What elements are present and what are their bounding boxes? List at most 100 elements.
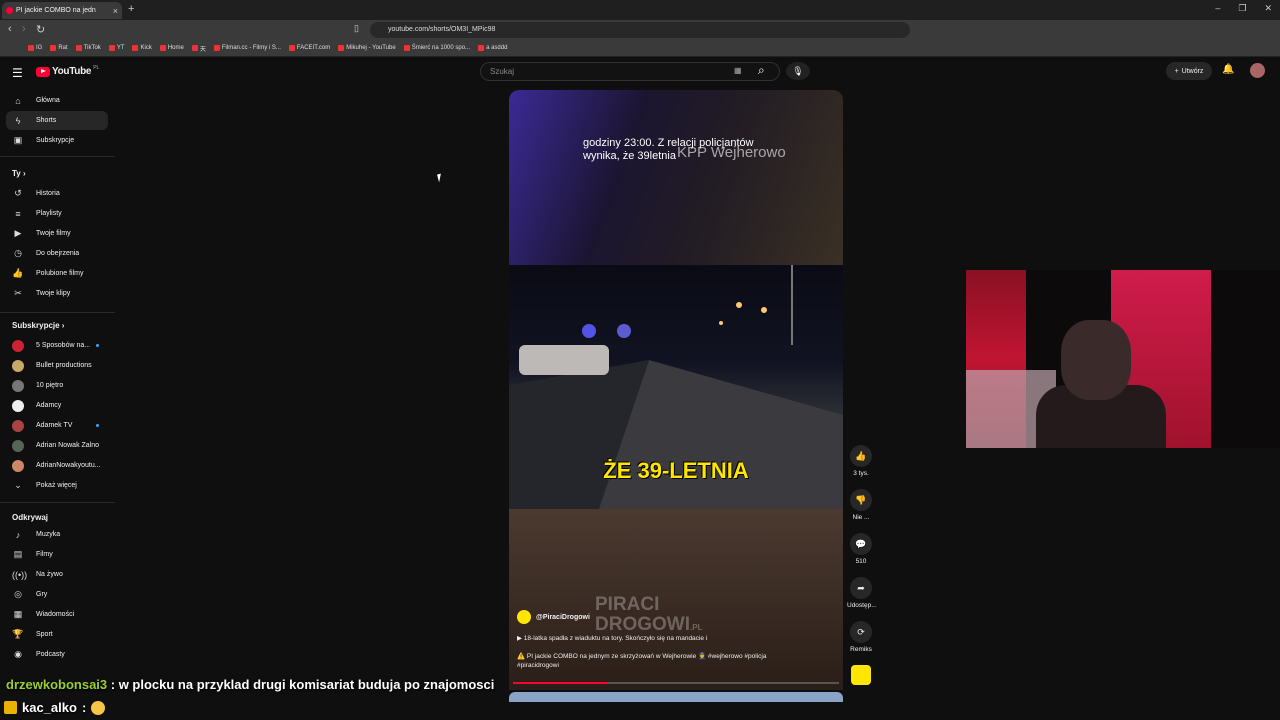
bookmark-item[interactable]: FACEIT.com: [288, 45, 331, 51]
sidebar-item[interactable]: 🏆 Sport: [6, 625, 108, 644]
short-video-player[interactable]: KPP Wejherowo godziny 23:00. Z relacji p…: [509, 90, 843, 690]
sidebar-item-label: Subskrypcje: [36, 137, 75, 144]
sidebar-item[interactable]: ▣ Subskrypcje: [6, 131, 108, 150]
sidebar-item[interactable]: 👍 Polubione filmy: [6, 264, 108, 283]
bookmark-item[interactable]: IG: [28, 45, 42, 51]
bookmark-label: FACEIT.com: [296, 45, 331, 51]
sidebar-item-label: Główna: [36, 97, 60, 104]
sidebar-item[interactable]: ♪ Muzyka: [6, 525, 108, 544]
minimize-icon[interactable]: –: [1215, 3, 1220, 14]
browser-tab[interactable]: PI jackie COMBO na jedn ×: [2, 2, 122, 19]
sidebar-item[interactable]: ⌂ Główna: [6, 91, 108, 110]
forward-icon[interactable]: ›: [22, 23, 26, 35]
sidebar-item[interactable]: ≡ Playlisty: [6, 204, 108, 223]
crashed-car: [519, 345, 609, 375]
create-button[interactable]: + Utwórz: [1166, 62, 1212, 80]
divider: [0, 502, 115, 503]
share-icon: ➦: [850, 577, 872, 599]
short-description[interactable]: ⚠️ PI jackie COMBO na jednym ze skrzyżow…: [517, 652, 767, 670]
live-dot-icon: [96, 344, 99, 347]
youtube-logo[interactable]: YouTube PL: [36, 65, 99, 77]
keyboard-icon[interactable]: ▦: [734, 66, 742, 75]
bookmark-item[interactable]: YT: [108, 45, 124, 51]
sidebar-item-label: Playlisty: [36, 210, 62, 217]
sidebar-section-header[interactable]: Subskrypcje ›: [12, 321, 64, 330]
bookmark-item[interactable]: Mikuhej - YouTube: [338, 45, 396, 51]
channel-badge[interactable]: [851, 665, 871, 685]
back-icon[interactable]: ‹: [8, 23, 12, 35]
bookmark-item[interactable]: Kick: [132, 45, 152, 51]
remix-button[interactable]: ⟳ Remiks: [847, 621, 875, 653]
like-button[interactable]: 👍 3 tys.: [847, 445, 875, 477]
sidebar-item[interactable]: ◉ Podcasty: [6, 645, 108, 664]
channel-label: 10 piętro: [36, 382, 64, 389]
subscription-channel[interactable]: Bullet productions: [6, 356, 108, 375]
restore-icon[interactable]: ❐: [1238, 3, 1246, 14]
bookmark-item[interactable]: Śmierć na 1000 spo...: [403, 45, 470, 51]
watermark-suffix: .PL: [690, 623, 703, 632]
sidebar-item[interactable]: ✂ Twoje klipy: [6, 284, 108, 303]
sidebar-item-label: Sport: [36, 631, 53, 638]
comment-count: 510: [855, 558, 867, 565]
subscription-channel[interactable]: Adrian Nowak Zalno: [6, 436, 108, 455]
playlist-line[interactable]: ▶ 18-latka spadła z wiaduktu na tory. Sk…: [517, 634, 707, 642]
bookmark-item[interactable]: Home: [159, 45, 184, 51]
bookmark-item[interactable]: a asddd: [478, 45, 507, 51]
share-button[interactable]: ➦ Udostęp...: [847, 577, 877, 609]
chat-message: drzewkobonsai3 : w plocku na przyklad dr…: [6, 677, 494, 692]
close-window-icon[interactable]: ✕: [1264, 3, 1272, 14]
dislike-button[interactable]: 👎 Nie ...: [847, 489, 875, 521]
browser-toolbar: ‹ › ↻ ▯ youtube.com/shorts/OM3I_MPic98 ◉…: [0, 20, 1280, 53]
subscription-channel[interactable]: Adamcy: [6, 396, 108, 415]
tab-close-icon[interactable]: ×: [113, 6, 118, 16]
subscription-channel[interactable]: AdrianNowakyoutu...: [6, 456, 108, 475]
channel-row[interactable]: @PiraciDrogowi: [517, 610, 590, 624]
search-icon[interactable]: ⌕: [758, 63, 765, 78]
bookmark-icon[interactable]: ▯: [354, 23, 359, 34]
bookmark-favicon-icon: [338, 45, 345, 51]
streamer-head: [1061, 320, 1131, 400]
big-caption: ŻE 39-LETNIA: [603, 458, 749, 483]
sidebar-item[interactable]: ▦ Wiadomości: [6, 605, 108, 624]
show-more-button[interactable]: ⌄ Pokaż więcej: [6, 476, 108, 495]
bookmarks-bar: IG Rat TikTok YT Kick Home 天 Filman.cc - Filmy …: [0, 40, 1280, 57]
comments-button[interactable]: 💬 510: [847, 533, 875, 565]
channel-avatar: [12, 419, 24, 432]
subscription-channel[interactable]: 5 Sposobów na...: [6, 336, 108, 355]
shorts-icon: ϟ: [15, 115, 21, 126]
channel-avatar[interactable]: [517, 610, 531, 624]
subscription-channel[interactable]: Adamek TV: [6, 416, 108, 435]
bookmark-item[interactable]: 天: [191, 44, 206, 53]
sidebar-item[interactable]: ◷ Do obejrzenia: [6, 244, 108, 263]
show-more-label: Pokaż więcej: [36, 482, 77, 489]
bookmark-item[interactable]: TikTok: [75, 45, 101, 51]
sidebar-item[interactable]: ϟ Shorts: [6, 111, 108, 130]
home-icon: ⌂: [15, 95, 21, 106]
progress-bar[interactable]: [513, 682, 839, 684]
bookmark-item[interactable]: Rat: [50, 45, 68, 51]
chat-username: drzewkobonsai3: [6, 677, 108, 692]
sidebar-item[interactable]: ▤ Filmy: [6, 545, 108, 564]
sidebar-item[interactable]: ((•)) Na żywo: [6, 565, 108, 584]
clock-icon: ◷: [14, 248, 22, 258]
avatar[interactable]: [1250, 63, 1265, 78]
subscription-channel[interactable]: 10 piętro: [6, 376, 108, 395]
bookmark-favicon-icon: [159, 45, 166, 51]
bell-icon[interactable]: 🔔: [1222, 64, 1234, 75]
channel-avatar: [12, 339, 24, 352]
gamepad-icon: ◎: [14, 589, 22, 599]
channel-name[interactable]: @PiraciDrogowi: [536, 614, 590, 621]
sidebar-item[interactable]: ◎ Gry: [6, 585, 108, 604]
bookmark-item[interactable]: Filman.cc - Filmy i S...: [213, 45, 281, 51]
reload-icon[interactable]: ↻: [36, 23, 45, 36]
new-tab-button[interactable]: +: [128, 3, 134, 15]
mic-icon[interactable]: 🎙: [786, 62, 810, 80]
sidebar-item[interactable]: ▶ Twoje filmy: [6, 224, 108, 243]
hamburger-menu-icon[interactable]: ☰: [12, 66, 23, 80]
bookmark-label: TikTok: [83, 45, 101, 51]
sidebar-section-header[interactable]: Ty ›: [12, 169, 26, 178]
history-icon: ↺: [14, 188, 22, 198]
sidebar-item[interactable]: ↺ Historia: [6, 184, 108, 203]
next-short-preview[interactable]: [509, 692, 843, 702]
address-bar[interactable]: youtube.com/shorts/OM3I_MPic98: [370, 22, 910, 38]
